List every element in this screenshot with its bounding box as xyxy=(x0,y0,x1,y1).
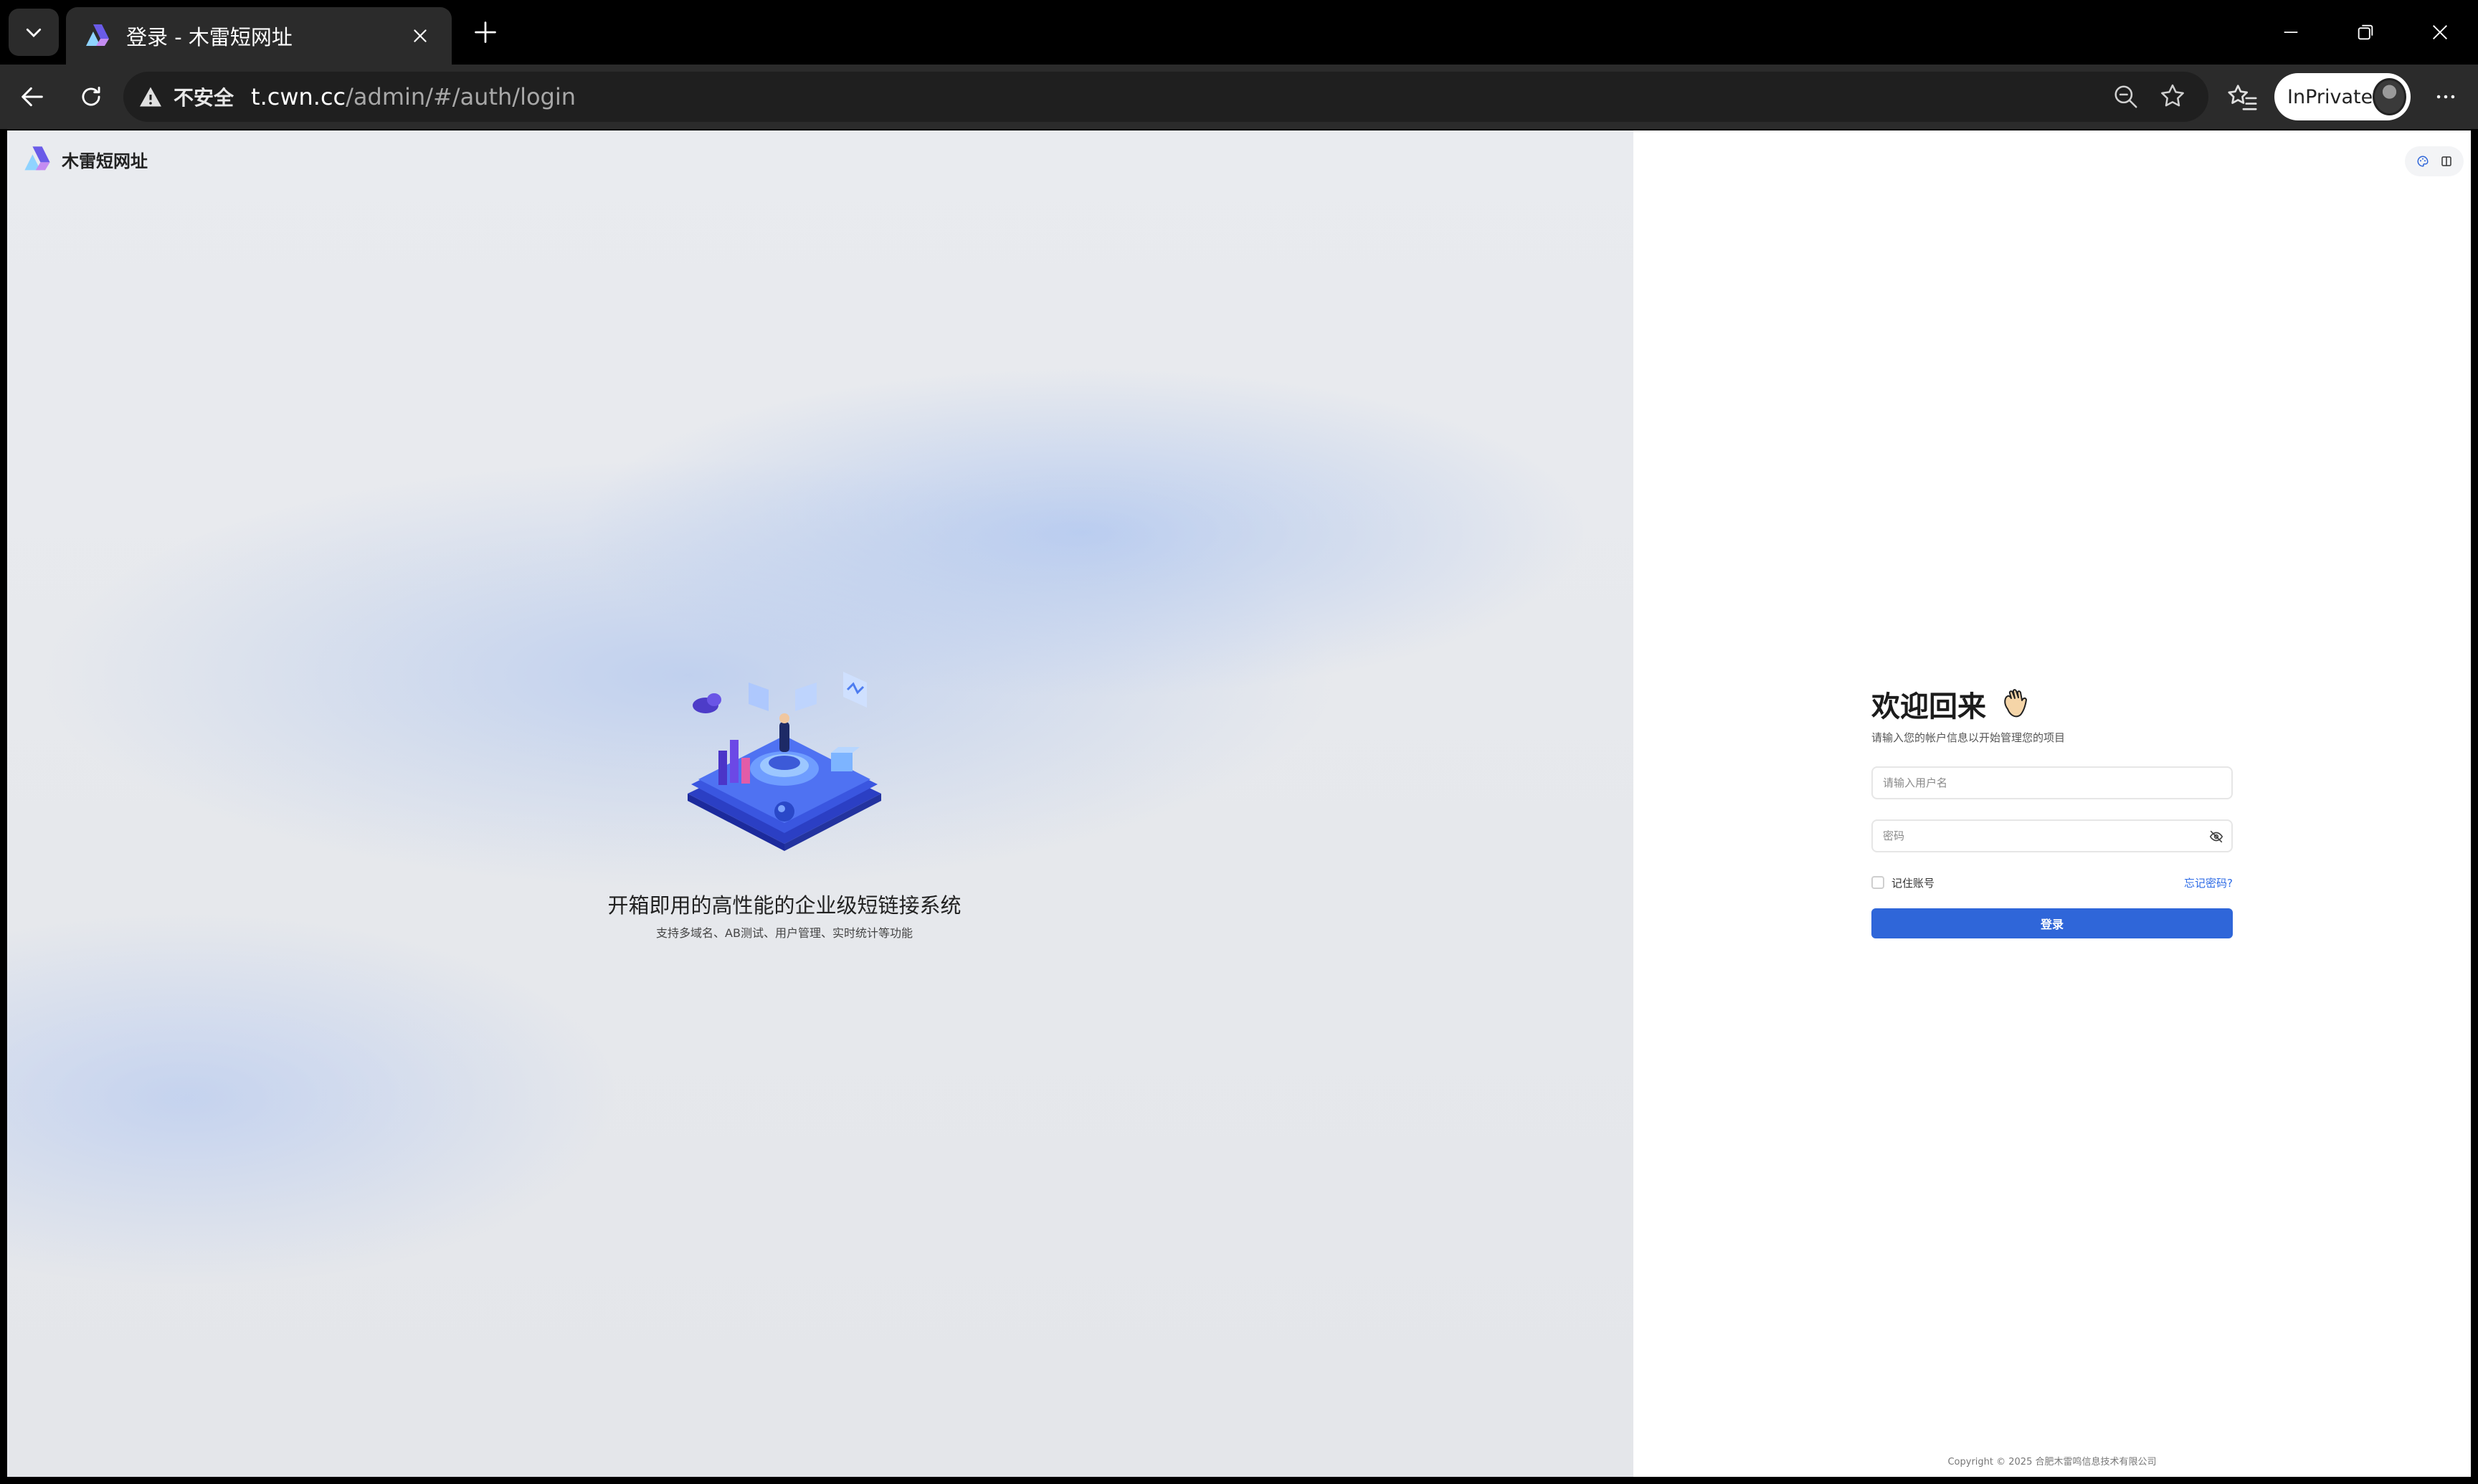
warning-icon xyxy=(140,87,161,107)
brand[interactable]: 木雷短网址 xyxy=(22,143,148,175)
window-minimize-button[interactable] xyxy=(2274,16,2307,49)
minimize-icon xyxy=(2284,32,2298,33)
close-icon xyxy=(2433,25,2447,39)
remember-checkbox[interactable] xyxy=(1871,876,1884,889)
hero-subtitle: 支持多域名、AB测试、用户管理、实时统计等功能 xyxy=(656,926,913,940)
more-icon xyxy=(2436,95,2455,99)
username-input[interactable] xyxy=(1873,768,2231,798)
security-status[interactable]: 不安全 xyxy=(174,82,234,111)
password-field xyxy=(1871,819,2233,852)
inprivate-profile-button[interactable]: InPrivate xyxy=(2274,73,2411,120)
hero-title: 开箱即用的高性能的企业级短链接系统 xyxy=(607,893,962,918)
color-palette-icon xyxy=(2417,156,2429,167)
username-field xyxy=(1871,766,2233,799)
password-input[interactable] xyxy=(1873,821,2231,851)
top-tools xyxy=(2405,146,2464,176)
reload-button[interactable] xyxy=(75,80,108,113)
remember-account[interactable]: 记住账号 xyxy=(1871,875,1935,890)
tab-close-button[interactable] xyxy=(406,22,435,50)
zoom-out-icon[interactable] xyxy=(2112,83,2140,110)
restore-icon xyxy=(2358,24,2373,40)
reload-icon xyxy=(82,86,100,106)
isometric-platform-illustration xyxy=(688,672,881,851)
window-close-button[interactable] xyxy=(2424,16,2456,49)
page-viewport: 木雷短网址 开箱即用的高性能的企业级短链接系统 支持多域名、AB测试、用户管理、… xyxy=(7,130,2471,1477)
star-icon[interactable] xyxy=(2158,82,2187,110)
inprivate-label: InPrivate xyxy=(2287,85,2373,108)
login-button[interactable]: 登录 xyxy=(1871,908,2233,938)
browser-toolbar: 不安全 t.cwn.cc/admin/#/auth/login InPrivat… xyxy=(0,65,2478,129)
theme-toggle-button[interactable] xyxy=(2415,153,2431,169)
back-arrow-icon xyxy=(22,87,43,107)
layout-icon xyxy=(2441,156,2451,166)
browser-tab-active[interactable]: 登录 - 木雷短网址 xyxy=(66,7,452,65)
layout-toggle-button[interactable] xyxy=(2439,153,2454,169)
copyright: Copyright © 2025 合肥木雷鸣信息技术有限公司 xyxy=(1947,1457,2157,1468)
window-restore-button[interactable] xyxy=(2349,16,2382,49)
brand-logo xyxy=(24,146,50,171)
remember-label: 记住账号 xyxy=(1891,876,1935,890)
address-bar[interactable]: 不安全 t.cwn.cc/admin/#/auth/login xyxy=(123,72,2208,122)
settings-more-button[interactable] xyxy=(2429,80,2462,113)
favicon-logo xyxy=(86,24,109,46)
hero-panel: 木雷短网址 开箱即用的高性能的企业级短链接系统 支持多域名、AB测试、用户管理、… xyxy=(7,130,1633,1477)
chevron-down-icon xyxy=(26,28,42,37)
browser-titlebar: 登录 - 木雷短网址 xyxy=(0,0,2478,65)
tab-title: 登录 - 木雷短网址 xyxy=(126,25,293,49)
close-icon xyxy=(414,29,427,42)
welcome-row: 欢迎回来 xyxy=(1871,682,2233,726)
login-form: 欢迎回来 请输入您的帐户信息以开始管理您的项目 记住账号 忘记密码? xyxy=(1871,682,2233,938)
login-panel: 欢迎回来 请输入您的帐户信息以开始管理您的项目 记住账号 忘记密码? xyxy=(1633,130,2471,1477)
eye-off-icon[interactable] xyxy=(2208,829,2224,845)
welcome-title: 欢迎回来 xyxy=(1871,690,1986,723)
avatar xyxy=(2373,78,2406,115)
tab-actions-button[interactable] xyxy=(9,9,59,56)
new-tab-button[interactable] xyxy=(469,16,502,49)
url-host: t.cwn.cc xyxy=(251,83,346,110)
welcome-description: 请输入您的帐户信息以开始管理您的项目 xyxy=(1871,731,2066,744)
forgot-password-link[interactable]: 忘记密码? xyxy=(2184,875,2233,890)
waving-hand-icon xyxy=(2004,689,2027,718)
options-row: 记住账号 忘记密码? xyxy=(1871,874,2233,891)
plus-icon xyxy=(475,22,496,43)
brand-name: 木雷短网址 xyxy=(62,151,148,171)
favorites-icon[interactable] xyxy=(2226,80,2259,113)
url-path: /admin/#/auth/login xyxy=(346,83,576,110)
back-button[interactable] xyxy=(16,80,49,113)
